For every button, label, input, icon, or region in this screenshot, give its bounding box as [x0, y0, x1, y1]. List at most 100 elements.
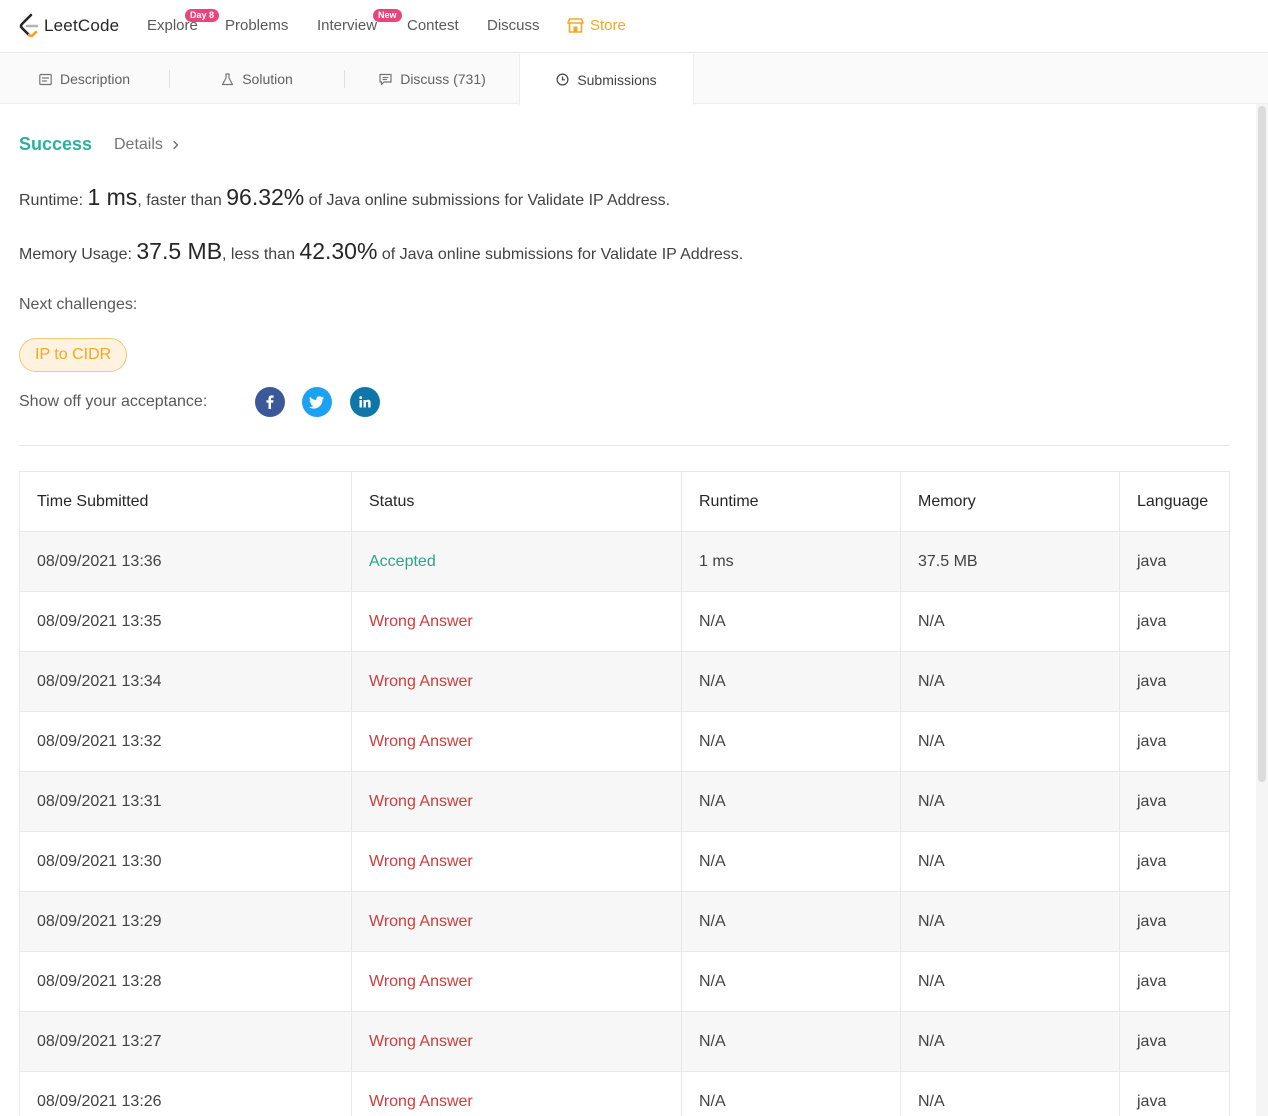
nav-interview[interactable]: Interview	[317, 17, 377, 34]
runtime-stat: Runtime: 1 ms, faster than 96.32% of Jav…	[19, 184, 670, 211]
details-link[interactable]: Details	[114, 136, 181, 154]
facebook-share-button[interactable]	[255, 387, 285, 417]
submission-time-cell: 08/09/2021 13:30	[20, 832, 352, 891]
tab-submissions-label: Submissions	[577, 71, 657, 88]
submission-language: java	[1137, 912, 1167, 930]
next-challenges-label: Next challenges:	[19, 296, 138, 313]
tab-discuss[interactable]: Discuss (731)	[345, 54, 520, 104]
next-challenge-ip-to-cidr[interactable]: IP to CIDR	[19, 338, 128, 372]
submission-status[interactable]: Wrong Answer	[369, 613, 473, 631]
submission-memory: N/A	[918, 972, 945, 990]
submission-runtime: N/A	[699, 972, 726, 990]
submission-language-cell: java	[1120, 1012, 1229, 1071]
runtime-prefix: Runtime:	[19, 192, 88, 209]
memory-prefix: Memory Usage:	[19, 246, 137, 263]
submission-language-cell: java	[1120, 772, 1229, 831]
submission-language-cell: java	[1120, 952, 1229, 1011]
submission-status[interactable]: Wrong Answer	[369, 913, 473, 931]
submission-language: java	[1137, 1092, 1167, 1110]
submission-language: java	[1137, 612, 1167, 630]
submission-language: java	[1137, 1032, 1167, 1050]
table-row: 08/09/2021 13:30 Wrong Answer N/A N/A java	[20, 832, 1229, 892]
submission-runtime-cell: N/A	[682, 652, 901, 711]
submission-status-cell: Wrong Answer	[352, 832, 682, 891]
table-row: 08/09/2021 13:28 Wrong Answer N/A N/A java	[20, 952, 1229, 1012]
linkedin-share-button[interactable]	[350, 387, 380, 417]
submission-runtime-cell: N/A	[682, 1072, 901, 1116]
tab-submissions[interactable]: Submissions	[519, 54, 694, 105]
submission-status[interactable]: Wrong Answer	[369, 1093, 473, 1111]
submission-runtime: 1 ms	[699, 552, 734, 570]
nav-store[interactable]: Store	[567, 17, 626, 34]
submission-runtime: N/A	[699, 912, 726, 930]
submission-status[interactable]: Wrong Answer	[369, 1033, 473, 1051]
submission-memory-cell: N/A	[901, 952, 1120, 1011]
result-status: Success	[19, 134, 93, 154]
runtime-suffix: of Java online submissions for Validate …	[304, 192, 671, 209]
logo-text: LeetCode	[44, 16, 120, 35]
submission-language: java	[1137, 792, 1167, 810]
submission-status[interactable]: Wrong Answer	[369, 733, 473, 751]
submission-language-cell: java	[1120, 1072, 1229, 1116]
twitter-share-button[interactable]	[302, 387, 332, 417]
nav-discuss[interactable]: Discuss	[487, 17, 540, 34]
submission-language-cell: java	[1120, 712, 1229, 771]
submission-memory-cell: N/A	[901, 892, 1120, 951]
submission-status[interactable]: Wrong Answer	[369, 673, 473, 691]
tab-description-label: Description	[59, 71, 131, 87]
table-row: 08/09/2021 13:36 Accepted 1 ms 37.5 MB java	[20, 532, 1229, 592]
submission-time: 08/09/2021 13:32	[37, 732, 162, 750]
submission-status-cell: Wrong Answer	[352, 772, 682, 831]
submission-status-cell: Wrong Answer	[352, 592, 682, 651]
submission-status-cell: Wrong Answer	[352, 952, 682, 1011]
submission-language-cell: java	[1120, 592, 1229, 651]
problem-tabs: Description Solution Discuss (731) Submi…	[0, 54, 1268, 105]
submission-memory: 37.5 MB	[918, 552, 978, 570]
tab-solution-label: Solution	[242, 71, 293, 87]
submission-memory: N/A	[918, 852, 945, 870]
interview-new-badge: New	[373, 9, 402, 22]
store-icon	[567, 18, 584, 33]
memory-percentile: 42.30%	[299, 238, 378, 264]
tab-description[interactable]: Description	[0, 54, 169, 104]
leetcode-logo[interactable]: LeetCode	[18, 13, 119, 39]
table-row: 08/09/2021 13:27 Wrong Answer N/A N/A java	[20, 1012, 1229, 1072]
submission-language: java	[1137, 852, 1167, 870]
section-divider	[19, 445, 1230, 446]
nav-contest[interactable]: Contest	[407, 17, 459, 34]
submission-runtime: N/A	[699, 732, 726, 750]
submission-time: 08/09/2021 13:30	[37, 852, 162, 870]
column-header-time: Time Submitted	[20, 472, 352, 531]
submission-runtime-cell: N/A	[682, 592, 901, 651]
scrollbar-thumb[interactable]	[1258, 106, 1266, 782]
tab-solution[interactable]: Solution	[170, 54, 344, 104]
top-navbar: LeetCode Explore Day 8 Problems Intervie…	[0, 0, 1268, 53]
submission-memory-cell: 37.5 MB	[901, 532, 1120, 591]
nav-problems[interactable]: Problems	[225, 17, 288, 34]
explore-day-badge: Day 8	[185, 9, 220, 22]
submission-time: 08/09/2021 13:35	[37, 612, 162, 630]
submission-runtime-cell: N/A	[682, 952, 901, 1011]
table-row: 08/09/2021 13:26 Wrong Answer N/A N/A java	[20, 1072, 1229, 1116]
submission-memory: N/A	[918, 1092, 945, 1110]
submission-time: 08/09/2021 13:28	[37, 972, 162, 990]
submission-status-cell: Wrong Answer	[352, 1072, 682, 1116]
submission-status[interactable]: Accepted	[369, 553, 436, 571]
tab-discuss-label: Discuss (731)	[400, 71, 486, 87]
table-row: 08/09/2021 13:35 Wrong Answer N/A N/A java	[20, 592, 1229, 652]
submission-language: java	[1137, 672, 1167, 690]
column-header-memory: Memory	[901, 472, 1120, 531]
submission-time-cell: 08/09/2021 13:27	[20, 1012, 352, 1071]
submission-status-cell: Wrong Answer	[352, 892, 682, 951]
submission-memory: N/A	[918, 732, 945, 750]
table-row: 08/09/2021 13:32 Wrong Answer N/A N/A java	[20, 712, 1229, 772]
submission-time-cell: 08/09/2021 13:35	[20, 592, 352, 651]
submission-status[interactable]: Wrong Answer	[369, 793, 473, 811]
submission-time: 08/09/2021 13:27	[37, 1032, 162, 1050]
submission-runtime: N/A	[699, 612, 726, 630]
page-scrollbar[interactable]	[1256, 104, 1268, 1116]
submission-memory-cell: N/A	[901, 832, 1120, 891]
submission-status[interactable]: Wrong Answer	[369, 973, 473, 991]
submission-status[interactable]: Wrong Answer	[369, 853, 473, 871]
submission-time: 08/09/2021 13:34	[37, 672, 162, 690]
